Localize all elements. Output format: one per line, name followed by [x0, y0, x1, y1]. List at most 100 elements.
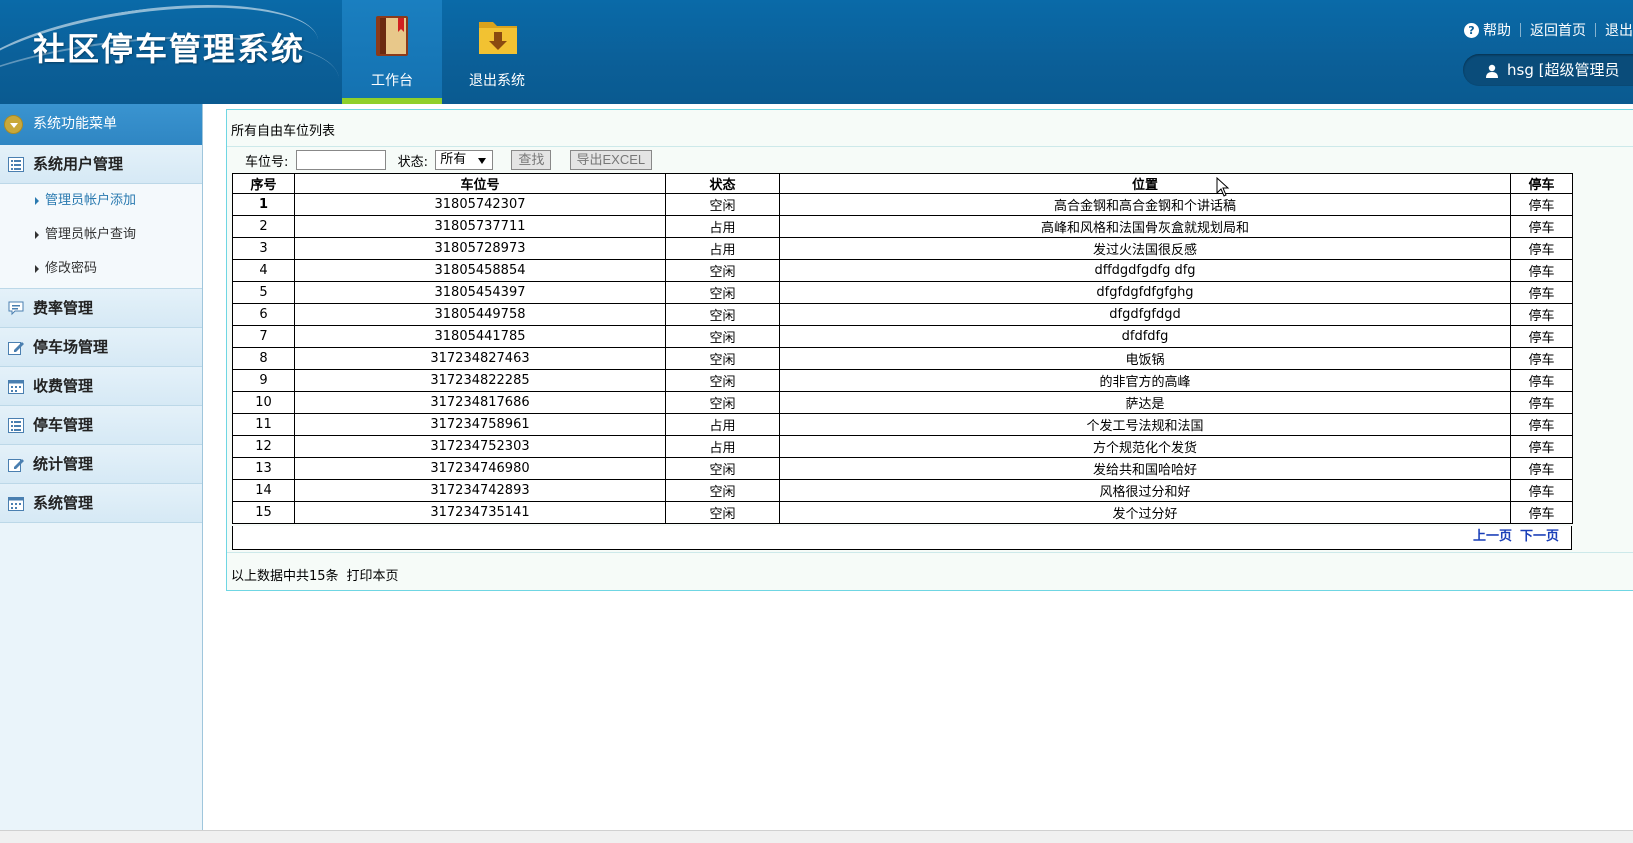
table-row: 7 31805441785 空闲 dfdfdfg 停车 — [232, 325, 1573, 348]
row-spot: 317234817686 — [294, 391, 666, 414]
row-park-link[interactable]: 停车 — [1510, 457, 1573, 480]
row-park-link[interactable]: 停车 — [1510, 193, 1573, 216]
sidebar-item-admin-add[interactable]: 管理员帐户添加 — [0, 184, 202, 218]
user-icon — [1486, 64, 1498, 78]
edit-icon — [8, 459, 24, 472]
prev-page-link[interactable]: 上一页 — [1473, 529, 1512, 544]
calendar-icon — [8, 380, 24, 394]
panel-divider — [227, 552, 1633, 553]
user-name: hsg [超级管理员 — [1507, 61, 1620, 79]
row-spot: 317234822285 — [294, 369, 666, 392]
column-header-action: 停车 — [1510, 173, 1573, 194]
row-spot: 317234752303 — [294, 435, 666, 458]
sidebar-item-change-password[interactable]: 修改密码 — [0, 252, 202, 286]
nav-logout-system[interactable]: 退出系统 — [447, 0, 547, 104]
home-link[interactable]: 返回首页 — [1530, 20, 1586, 40]
search-button[interactable]: 查找 — [511, 150, 552, 170]
row-park-link[interactable]: 停车 — [1510, 435, 1573, 458]
column-header-location: 位置 — [779, 173, 1511, 194]
table-row: 9 317234822285 空闲 的非官方的高峰 停车 — [232, 369, 1573, 392]
row-spot: 317234735141 — [294, 501, 666, 524]
row-location: dfgdfgfdgd — [779, 303, 1511, 326]
row-park-link[interactable]: 停车 — [1510, 347, 1573, 370]
export-excel-button[interactable]: 导出EXCEL — [569, 150, 653, 170]
sidebar-group-statistics[interactable]: 统计管理 — [0, 445, 202, 484]
row-no: 1 — [232, 193, 295, 216]
row-park-link[interactable]: 停车 — [1510, 237, 1573, 260]
sidebar-menu-title-label: 系统功能菜单 — [33, 116, 117, 132]
sidebar-group-label: 收费管理 — [33, 377, 94, 395]
table-row: 2 31805737711 占用 高峰和风格和法国骨灰盒就规划局和 停车 — [232, 215, 1573, 238]
sidebar-group-system[interactable]: 系统管理 — [0, 484, 202, 523]
sidebar-group-label: 系统管理 — [33, 494, 94, 512]
row-status: 空闲 — [665, 325, 780, 348]
sidebar-group-rates[interactable]: 费率管理 — [0, 289, 202, 328]
sidebar-menu-title[interactable]: 系统功能菜单 — [0, 104, 202, 145]
row-park-link[interactable]: 停车 — [1510, 391, 1573, 414]
table-row: 5 31805454397 空闲 dfgfdgfdfgfghg 停车 — [232, 281, 1573, 304]
row-no: 11 — [232, 413, 295, 436]
column-header-no: 序号 — [232, 173, 295, 194]
parking-spot-table: 序号 车位号 状态 位置 停车 1 31805742307 空闲 高合金钢和高合金钢和… — [232, 173, 1573, 524]
row-park-link[interactable]: 停车 — [1510, 215, 1573, 238]
status-select-value: 所有 — [440, 152, 467, 167]
sidebar-group-charges[interactable]: 收费管理 — [0, 367, 202, 406]
row-location: 电饭锅 — [779, 347, 1511, 370]
help-link[interactable]: 帮助 — [1483, 20, 1511, 40]
table-row: 6 31805449758 空闲 dfgdfgfdgd 停车 — [232, 303, 1573, 326]
table-row: 13 317234746980 空闲 发给共和国哈哈好 停车 — [232, 457, 1573, 480]
link-separator — [1520, 23, 1521, 37]
row-no: 14 — [232, 479, 295, 502]
row-park-link[interactable]: 停车 — [1510, 501, 1573, 524]
row-location: 风格很过分和好 — [779, 479, 1511, 502]
table-row: 12 317234752303 占用 方个规范化个发货 停车 — [232, 435, 1573, 458]
list-icon — [8, 418, 24, 433]
pager: 上一页 下一页 — [232, 526, 1572, 550]
row-spot: 31805458854 — [294, 259, 666, 282]
row-park-link[interactable]: 停车 — [1510, 413, 1573, 436]
app-title: 社区停车管理系统 — [33, 30, 306, 68]
row-spot: 31805449758 — [294, 303, 666, 326]
status-select[interactable]: 所有 — [435, 150, 494, 170]
row-status: 空闲 — [665, 347, 780, 370]
row-location: 发给共和国哈哈好 — [779, 457, 1511, 480]
row-park-link[interactable]: 停车 — [1510, 303, 1573, 326]
panel-title: 所有自由车位列表 — [231, 124, 336, 139]
row-location: 高峰和风格和法国骨灰盒就规划局和 — [779, 215, 1511, 238]
sidebar-group-system-users[interactable]: 系统用户管理 — [0, 145, 202, 184]
print-page-link[interactable]: 打印本页 — [347, 565, 399, 584]
row-park-link[interactable]: 停车 — [1510, 281, 1573, 304]
row-location: dfgfdgfdfgfghg — [779, 281, 1511, 304]
spot-number-input[interactable] — [295, 150, 386, 170]
sidebar-group-label: 费率管理 — [33, 299, 94, 317]
row-spot: 317234758961 — [294, 413, 666, 436]
sidebar-submenu: 管理员帐户添加 管理员帐户查询 修改密码 — [0, 184, 202, 289]
book-icon — [376, 16, 408, 56]
row-no: 4 — [232, 259, 295, 282]
top-header: 社区停车管理系统 工作台 退出系统 ? 帮助 返回首页 退出 hsg [超级管理员 — [0, 0, 1633, 104]
logout-link[interactable]: 退出 — [1605, 20, 1633, 40]
sidebar-group-parking[interactable]: 停车管理 — [0, 406, 202, 445]
link-separator — [1595, 23, 1596, 37]
calendar-icon — [8, 497, 24, 511]
table-row: 8 317234827463 空闲 电饭锅 停车 — [232, 347, 1573, 370]
row-park-link[interactable]: 停车 — [1510, 479, 1573, 502]
row-location: 发个过分好 — [779, 501, 1511, 524]
row-spot: 31805728973 — [294, 237, 666, 260]
row-park-link[interactable]: 停车 — [1510, 369, 1573, 392]
row-park-link[interactable]: 停车 — [1510, 325, 1573, 348]
sidebar-item-admin-query[interactable]: 管理员帐户查询 — [0, 218, 202, 252]
row-park-link[interactable]: 停车 — [1510, 259, 1573, 282]
row-status: 空闲 — [665, 501, 780, 524]
mouse-cursor-icon — [1216, 177, 1230, 197]
row-no: 15 — [232, 501, 295, 524]
search-bar: 车位号: 状态: 所有 查找 导出EXCEL — [245, 150, 666, 172]
next-page-link[interactable]: 下一页 — [1520, 529, 1559, 544]
user-badge: hsg [超级管理员 — [1463, 54, 1633, 86]
row-status: 空闲 — [665, 281, 780, 304]
row-location: 方个规范化个发货 — [779, 435, 1511, 458]
nav-workbench[interactable]: 工作台 — [342, 0, 442, 104]
sidebar-group-parking-lots[interactable]: 停车场管理 — [0, 328, 202, 367]
row-no: 8 — [232, 347, 295, 370]
column-header-status: 状态 — [665, 173, 780, 194]
